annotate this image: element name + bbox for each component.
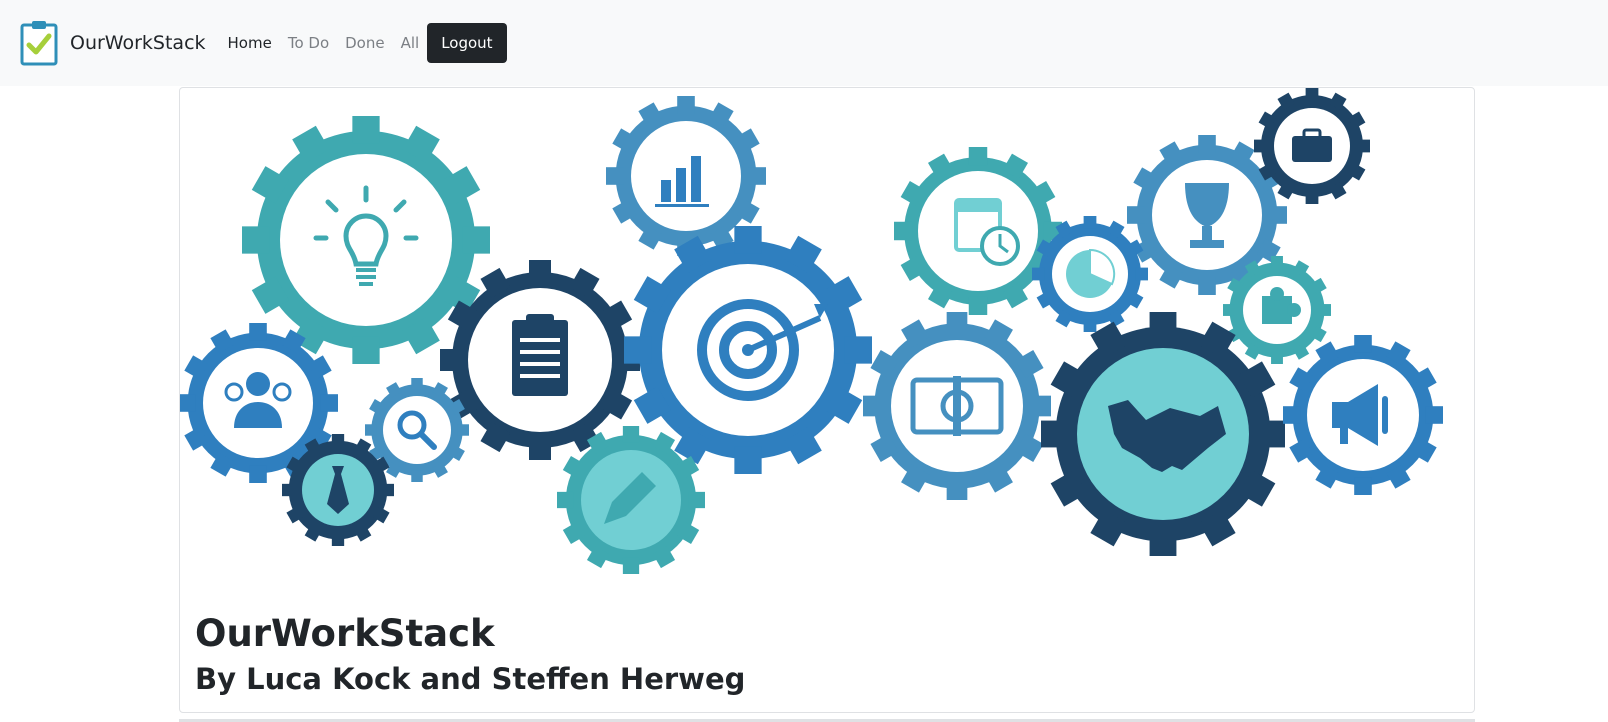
money-icon (863, 312, 1051, 500)
hero-title: OurWorkStack (195, 612, 495, 655)
clipboard-check-logo-icon (20, 21, 58, 66)
lightbulb-icon (242, 116, 490, 364)
nav-all[interactable]: All (401, 34, 420, 52)
nav-todo[interactable]: To Do (288, 34, 329, 52)
brand-name: OurWorkStack (70, 32, 206, 54)
brand-link[interactable]: OurWorkStack (20, 20, 206, 66)
top-navbar: OurWorkStack Home To Do Done All Logout (0, 0, 1608, 86)
gears-illustration (180, 88, 1443, 574)
megaphone-icon (1283, 335, 1443, 495)
nav-done[interactable]: Done (345, 34, 384, 52)
hero-subtitle: By Luca Kock and Steffen Herweg (195, 662, 746, 696)
logout-button[interactable]: Logout (427, 23, 507, 63)
main-nav: Home To Do Done All Logout (228, 23, 507, 63)
hero-card: OurWorkStack By Luca Kock and Steffen He… (179, 87, 1475, 713)
calendar-clock-icon (894, 147, 1062, 315)
nav-home[interactable]: Home (228, 34, 272, 52)
